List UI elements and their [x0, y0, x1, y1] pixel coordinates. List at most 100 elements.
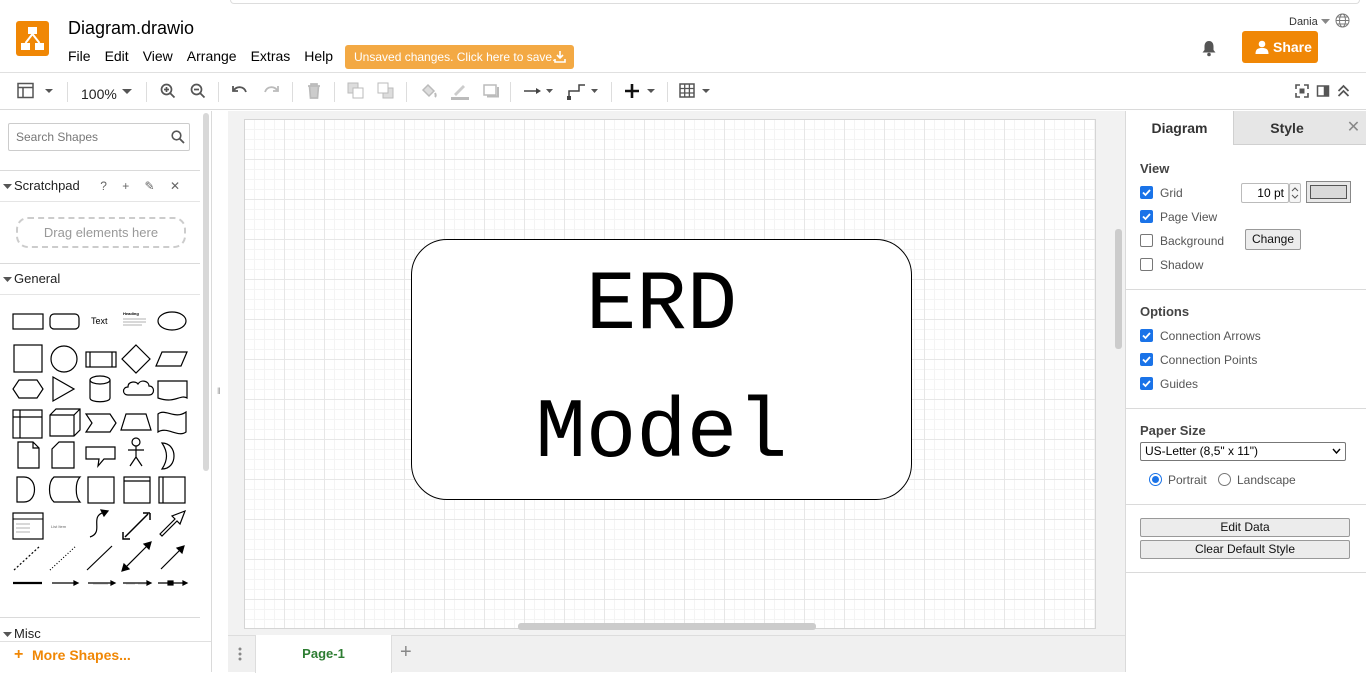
trapezoid-shape[interactable]	[120, 413, 152, 431]
paper-size-select[interactable]: US-Letter (8,5" x 11")	[1140, 442, 1346, 461]
connector-label-shape[interactable]	[88, 580, 117, 586]
text-shape[interactable]: Text	[91, 316, 108, 326]
sidebar-scroll-thumb[interactable]	[203, 113, 209, 471]
table-icon[interactable]	[679, 82, 713, 100]
add-page-button[interactable]: +	[400, 641, 412, 664]
fullscreen-icon[interactable]	[1295, 84, 1309, 98]
canvas-vertical-scrollbar[interactable]	[1115, 229, 1122, 349]
rounded-rectangle-shape[interactable]	[49, 313, 80, 330]
cloud-shape[interactable]	[122, 380, 155, 396]
line-color-icon[interactable]	[450, 82, 470, 100]
format-panel-icon[interactable]	[17, 82, 55, 100]
dotted-line-shape[interactable]	[49, 545, 77, 571]
checkbox-unchecked-icon[interactable]	[1140, 234, 1153, 247]
actor-shape[interactable]	[128, 437, 144, 467]
waypoints-icon[interactable]	[566, 82, 600, 100]
chevron-down-icon[interactable]	[1321, 19, 1330, 25]
card-shape[interactable]	[51, 441, 75, 469]
canvas-horizontal-scrollbar[interactable]	[518, 623, 816, 630]
menu-file[interactable]: File	[68, 48, 91, 64]
tab-diagram[interactable]: Diagram	[1126, 111, 1233, 145]
list-shape[interactable]	[12, 512, 44, 540]
erd-model-shape[interactable]: ERD Model	[411, 239, 912, 500]
circle-shape[interactable]	[50, 345, 78, 373]
cylinder-shape[interactable]	[89, 375, 111, 403]
tab-style[interactable]: Style	[1233, 111, 1340, 145]
tape-shape[interactable]	[157, 410, 187, 435]
zoom-dropdown-icon[interactable]	[122, 89, 132, 95]
radio-selected-icon[interactable]	[1149, 473, 1162, 486]
general-header[interactable]: General	[0, 263, 200, 295]
step-shape[interactable]	[84, 413, 117, 433]
grid-size-stepper[interactable]	[1289, 183, 1301, 203]
more-shapes-button[interactable]: + More Shapes...	[0, 641, 211, 672]
menu-edit[interactable]: Edit	[105, 48, 129, 64]
menu-extras[interactable]: Extras	[251, 48, 291, 64]
redo-icon[interactable]	[262, 82, 280, 100]
cube-shape[interactable]	[49, 408, 81, 437]
share-button[interactable]: Share	[1242, 31, 1318, 63]
zoom-in-icon[interactable]	[160, 82, 176, 100]
scratchpad-drop-zone[interactable]: Drag elements here	[16, 217, 186, 248]
delete-icon[interactable]	[306, 82, 322, 100]
triangle-shape[interactable]	[52, 375, 76, 403]
user-name[interactable]: Dania	[1289, 16, 1318, 28]
menu-view[interactable]: View	[143, 48, 173, 64]
bidirectional-connector-shape[interactable]	[121, 541, 152, 572]
container-shape[interactable]	[123, 476, 151, 504]
format-icon[interactable]	[1316, 84, 1330, 98]
note-shape[interactable]	[17, 441, 40, 469]
rectangle-shape[interactable]	[12, 313, 44, 330]
list-item-shape[interactable]: List Item	[51, 524, 67, 529]
globe-icon[interactable]	[1335, 13, 1350, 28]
data-storage-shape[interactable]	[48, 476, 82, 503]
undo-icon[interactable]	[231, 82, 249, 100]
notification-bell-icon[interactable]	[1200, 39, 1218, 57]
close-panel-icon[interactable]: ✕	[1340, 111, 1366, 145]
line-shape[interactable]	[86, 545, 113, 571]
insert-icon[interactable]	[624, 82, 658, 100]
arrow-shape[interactable]	[159, 509, 187, 537]
search-shapes-input[interactable]: Search Shapes	[8, 123, 190, 151]
curve-shape[interactable]	[89, 509, 110, 538]
unsaved-changes-button[interactable]: Unsaved changes. Click here to save.	[345, 45, 574, 69]
diamond-shape[interactable]	[121, 344, 151, 374]
document-shape[interactable]	[157, 380, 188, 401]
square-shape[interactable]	[13, 344, 43, 373]
shadow-icon[interactable]	[482, 82, 500, 100]
square-outline-shape[interactable]	[87, 476, 115, 504]
bidirectional-arrow-shape[interactable]	[122, 512, 151, 540]
connector-multi-label-shape[interactable]	[123, 580, 153, 586]
sidebar-resize-handle[interactable]: ǁ	[217, 386, 221, 396]
zoom-out-icon[interactable]	[190, 82, 206, 100]
clear-default-style-button[interactable]: Clear Default Style	[1140, 540, 1350, 559]
drawio-logo-icon[interactable]	[16, 21, 49, 56]
radio-unselected-icon[interactable]	[1218, 473, 1231, 486]
or-shape[interactable]	[160, 442, 175, 470]
directional-connector-shape[interactable]	[160, 545, 185, 570]
grid-size-input[interactable]: 10 pt	[1241, 183, 1289, 203]
parallelogram-shape[interactable]	[155, 351, 188, 367]
grid-color-button[interactable]	[1306, 181, 1351, 203]
search-icon[interactable]	[171, 130, 185, 144]
zoom-level[interactable]: 100%	[81, 86, 117, 102]
document-title[interactable]: Diagram.drawio	[68, 18, 194, 39]
checkbox-checked-icon[interactable]	[1140, 210, 1153, 223]
ellipse-shape[interactable]	[157, 311, 187, 331]
dashed-line-shape[interactable]	[13, 545, 41, 571]
scratchpad-header[interactable]: Scratchpad ? + ✎ ✕	[0, 170, 200, 202]
misc-header[interactable]: Misc	[14, 626, 41, 641]
edit-data-button[interactable]: Edit Data	[1140, 518, 1350, 537]
internal-storage-shape[interactable]	[12, 409, 43, 439]
textbox-shape[interactable]: Heading	[123, 311, 146, 326]
menu-help[interactable]: Help	[304, 48, 333, 64]
page-menu-icon[interactable]	[238, 646, 242, 662]
sidebar-scrollbar[interactable]	[202, 111, 210, 471]
change-background-button[interactable]: Change	[1245, 229, 1301, 250]
scratchpad-tools[interactable]: ? + ✎ ✕	[100, 171, 186, 201]
to-front-icon[interactable]	[347, 82, 365, 100]
diagram-page[interactable]: ERD Model	[244, 119, 1096, 629]
fill-color-icon[interactable]	[420, 82, 438, 100]
menu-arrange[interactable]: Arrange	[187, 48, 237, 64]
delay-shape[interactable]	[16, 476, 36, 503]
